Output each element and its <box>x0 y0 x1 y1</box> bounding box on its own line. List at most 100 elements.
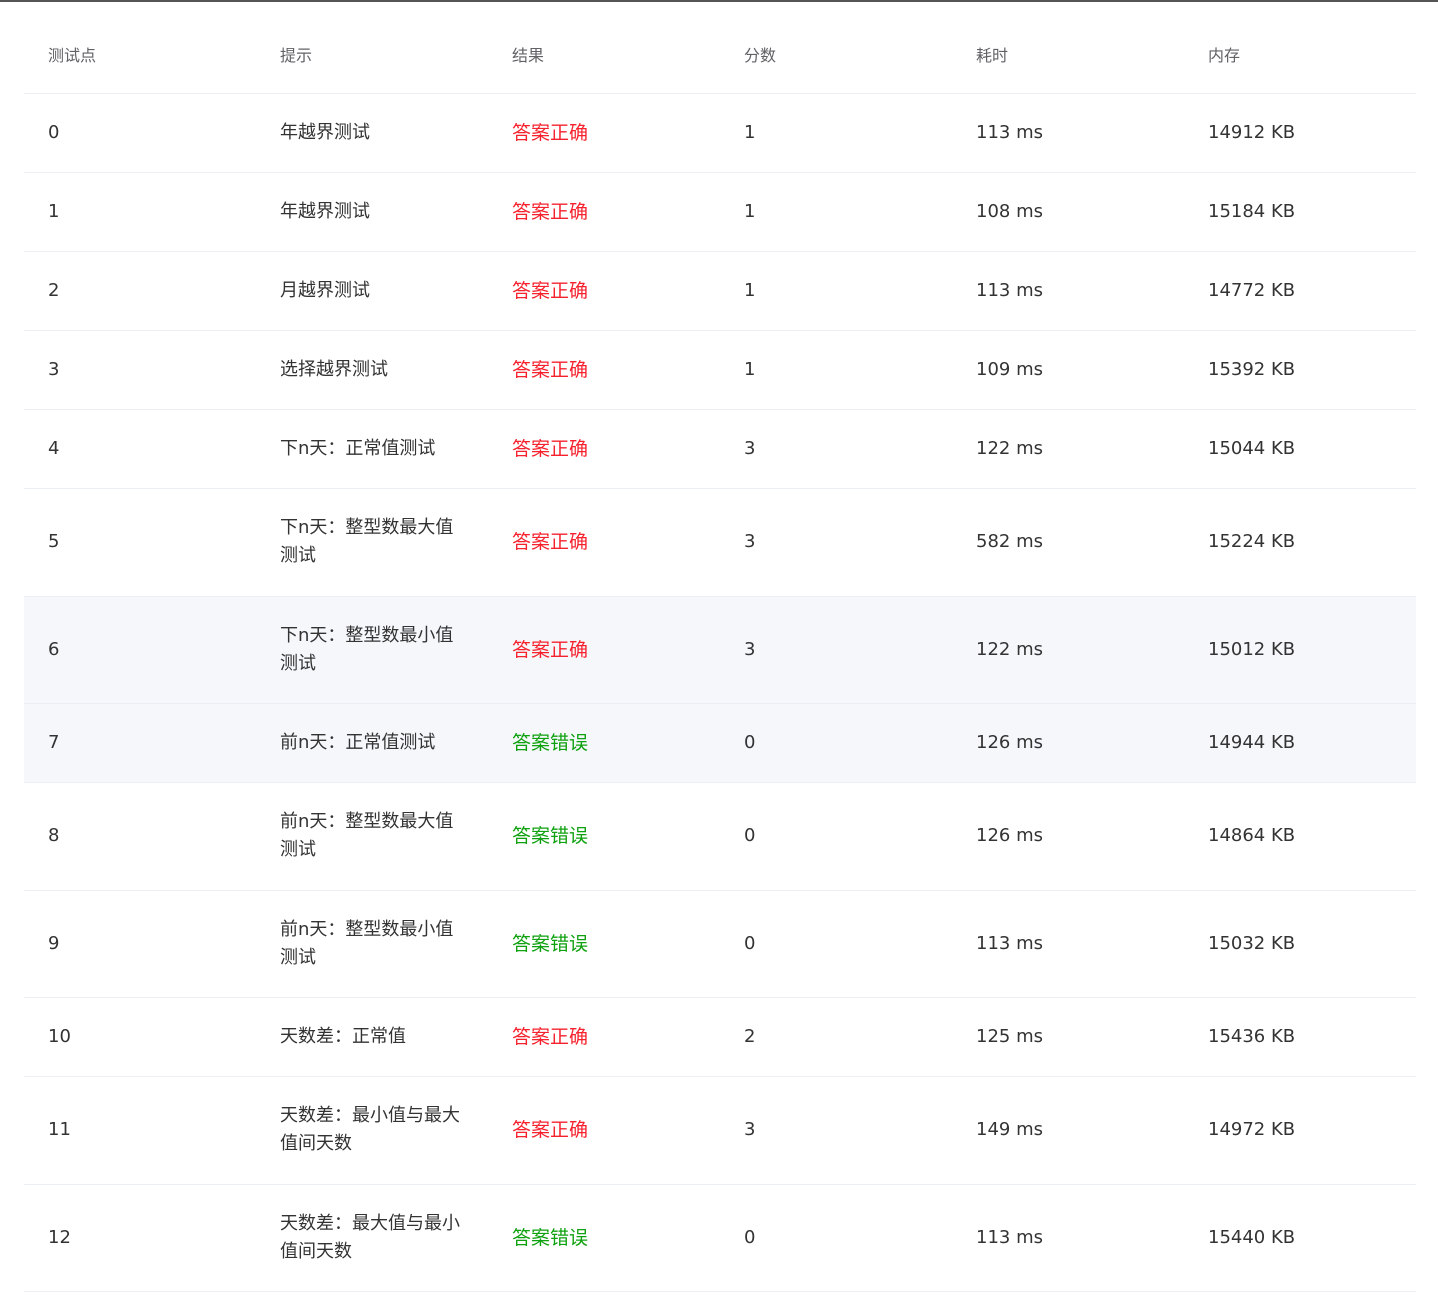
cell-test-point: 6 <box>48 638 60 660</box>
cell-score: 3 <box>744 1119 756 1141</box>
table-row[interactable]: 5 下n天：整型数最大值测试 答案正确 3 582 ms 15224 KB <box>24 489 1416 597</box>
cell-time: 126 ms <box>976 732 1043 753</box>
table-row[interactable]: 8 前n天：整型数最大值测试 答案错误 0 126 ms 14864 KB <box>24 783 1416 891</box>
table-row[interactable]: 9 前n天：整型数最小值测试 答案错误 0 113 ms 15032 KB <box>24 891 1416 998</box>
cell-hint: 前n天：正常值测试 <box>256 729 488 757</box>
cell-hint: 下n天：整型数最大值测试 <box>256 514 488 570</box>
top-border <box>0 0 1438 2</box>
cell-result: 答案正确 <box>512 280 589 302</box>
hint-text: 年越界测试 <box>280 122 370 143</box>
header-result: 结果 <box>512 45 545 65</box>
cell-time: 113 ms <box>976 1226 1043 1248</box>
cell-memory: 14912 KB <box>1208 122 1296 143</box>
cell-test-point: 5 <box>48 531 60 553</box>
table-row[interactable]: 3 选择越界测试 答案正确 1 109 ms 15392 KB <box>24 331 1416 410</box>
cell-memory: 15032 KB <box>1208 932 1296 954</box>
cell-time: 109 ms <box>976 359 1043 380</box>
table-header: 测试点 提示 结果 分数 耗时 内存 <box>24 18 1416 94</box>
table-row[interactable]: 6 下n天：整型数最小值测试 答案正确 3 122 ms 15012 KB <box>24 596 1416 704</box>
hint-text: 下n天：整型数最小值测试 <box>280 624 454 674</box>
cell-score: 1 <box>744 201 756 222</box>
cell-time: 122 ms <box>976 638 1043 660</box>
hint-text: 前n天：整型数最大值测试 <box>280 811 454 861</box>
cell-result: 答案正确 <box>512 1026 589 1048</box>
table-row[interactable]: 7 前n天：正常值测试 答案错误 0 126 ms 14944 KB <box>24 704 1416 783</box>
cell-hint: 下n天：正常值测试 <box>256 435 488 463</box>
table-row[interactable]: 4 下n天：正常值测试 答案正确 3 122 ms 15044 KB <box>24 410 1416 489</box>
cell-time: 582 ms <box>976 531 1043 553</box>
cell-result: 答案正确 <box>512 638 589 661</box>
cell-test-point: 7 <box>48 732 60 753</box>
cell-memory: 14864 KB <box>1208 825 1296 847</box>
cell-hint: 年越界测试 <box>256 198 488 226</box>
cell-time: 125 ms <box>976 1026 1043 1047</box>
cell-result: 答案错误 <box>512 1226 589 1249</box>
cell-score: 3 <box>744 438 756 459</box>
cell-test-point: 3 <box>48 359 60 380</box>
cell-memory: 14972 KB <box>1208 1119 1296 1141</box>
table-row[interactable]: 11 天数差：最小值与最大值间天数 答案正确 3 149 ms 14972 KB <box>24 1077 1416 1185</box>
cell-result: 答案正确 <box>512 359 589 381</box>
cell-test-point: 12 <box>48 1226 71 1248</box>
cell-hint: 月越界测试 <box>256 277 488 305</box>
header-test-point: 测试点 <box>48 45 97 65</box>
cell-score: 0 <box>744 1226 756 1248</box>
cell-time: 113 ms <box>976 932 1043 954</box>
cell-result: 答案正确 <box>512 531 589 554</box>
cell-hint: 下n天：整型数最小值测试 <box>256 622 488 678</box>
cell-memory: 15436 KB <box>1208 1026 1296 1047</box>
table-row[interactable]: 10 天数差：正常值 答案正确 2 125 ms 15436 KB <box>24 998 1416 1077</box>
cell-hint: 天数差：正常值 <box>256 1023 488 1051</box>
cell-hint: 天数差：最大值与最小值间天数 <box>256 1210 488 1266</box>
cell-hint: 天数差：最小值与最大值间天数 <box>256 1102 488 1158</box>
cell-score: 2 <box>744 1026 756 1047</box>
cell-result: 答案正确 <box>512 122 589 144</box>
cell-score: 0 <box>744 825 756 847</box>
header-time: 耗时 <box>976 45 1009 65</box>
hint-text: 天数差：最小值与最大值间天数 <box>280 1105 460 1155</box>
cell-score: 1 <box>744 280 756 301</box>
cell-score: 0 <box>744 732 756 753</box>
cell-hint: 前n天：整型数最小值测试 <box>256 916 488 972</box>
hint-text: 选择越界测试 <box>280 359 388 380</box>
hint-text: 月越界测试 <box>280 280 370 301</box>
cell-result: 答案正确 <box>512 1119 589 1142</box>
cell-score: 3 <box>744 638 756 660</box>
table-row[interactable]: 0 年越界测试 答案正确 1 113 ms 14912 KB <box>24 94 1416 173</box>
cell-memory: 15184 KB <box>1208 201 1296 222</box>
cell-time: 113 ms <box>976 122 1043 143</box>
cell-test-point: 10 <box>48 1026 71 1047</box>
cell-test-point: 11 <box>48 1119 71 1141</box>
hint-text: 下n天：正常值测试 <box>280 438 436 459</box>
table-row[interactable]: 1 年越界测试 答案正确 1 108 ms 15184 KB <box>24 173 1416 252</box>
hint-text: 下n天：整型数最大值测试 <box>280 517 454 567</box>
cell-test-point: 8 <box>48 825 60 847</box>
header-memory: 内存 <box>1208 45 1241 65</box>
hint-text: 天数差：正常值 <box>280 1026 406 1047</box>
cell-test-point: 9 <box>48 932 60 954</box>
cell-time: 126 ms <box>976 825 1043 847</box>
table-row[interactable]: 2 月越界测试 答案正确 1 113 ms 14772 KB <box>24 252 1416 331</box>
table-row[interactable]: 12 天数差：最大值与最小值间天数 答案错误 0 113 ms 15440 KB <box>24 1185 1416 1292</box>
hint-text: 年越界测试 <box>280 201 370 222</box>
cell-time: 149 ms <box>976 1119 1043 1141</box>
cell-test-point: 0 <box>48 122 60 143</box>
cell-result: 答案错误 <box>512 825 589 848</box>
cell-hint: 选择越界测试 <box>256 356 488 384</box>
cell-test-point: 4 <box>48 438 60 459</box>
cell-time: 122 ms <box>976 438 1043 459</box>
cell-hint: 前n天：整型数最大值测试 <box>256 808 488 864</box>
cell-time: 108 ms <box>976 201 1043 222</box>
cell-hint: 年越界测试 <box>256 119 488 147</box>
cell-memory: 14944 KB <box>1208 732 1296 753</box>
cell-memory: 15012 KB <box>1208 638 1296 660</box>
cell-memory: 15044 KB <box>1208 438 1296 459</box>
cell-result: 答案正确 <box>512 201 589 223</box>
header-hint: 提示 <box>280 45 313 65</box>
cell-score: 3 <box>744 531 756 553</box>
results-table: 测试点 提示 结果 分数 耗时 内存 0 年越界测试 答案正确 1 113 ms… <box>24 18 1416 1292</box>
cell-result: 答案错误 <box>512 732 589 754</box>
cell-result: 答案错误 <box>512 932 589 955</box>
cell-memory: 14772 KB <box>1208 280 1296 301</box>
cell-memory: 15392 KB <box>1208 359 1296 380</box>
